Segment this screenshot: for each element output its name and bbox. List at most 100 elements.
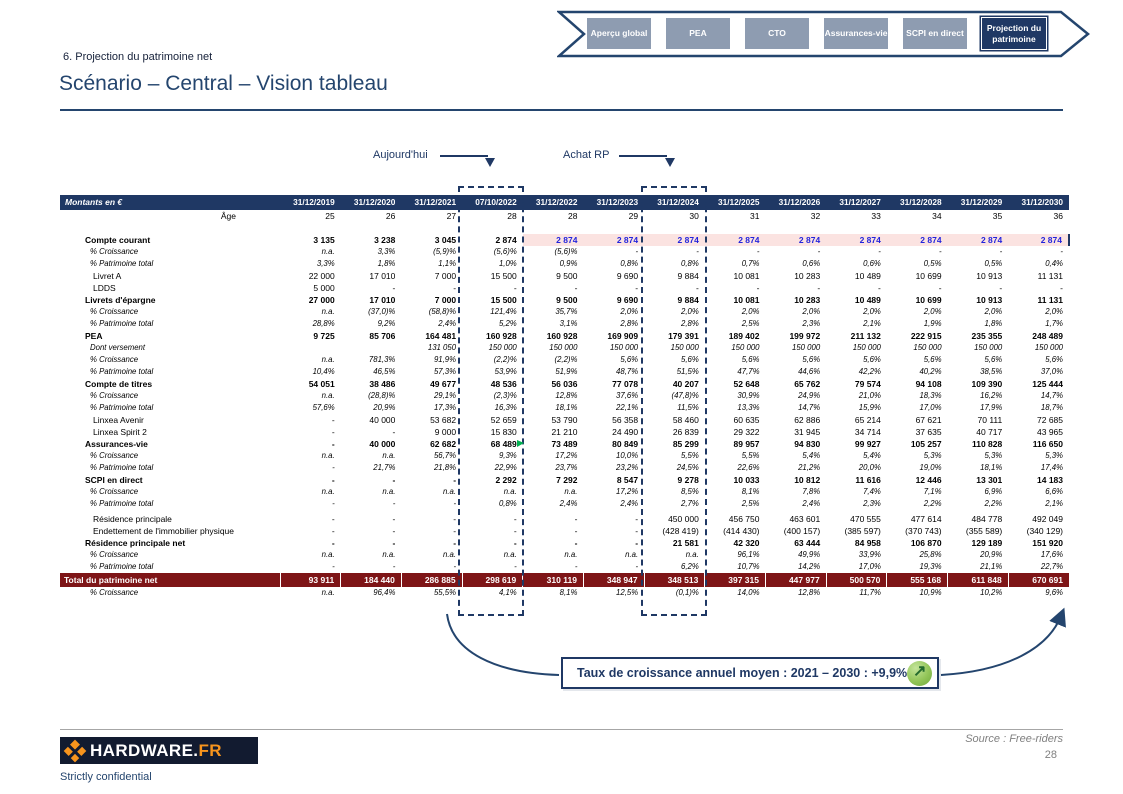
cell: 46,5% — [373, 367, 396, 376]
row-label: % Patrimoine total — [90, 367, 154, 376]
row-label: Livret A — [93, 271, 122, 281]
comment-marker-icon — [517, 440, 524, 447]
cell: 37,0% — [1040, 367, 1063, 376]
cell: 5,6% — [620, 355, 639, 364]
cell: (0,1)% — [675, 588, 699, 597]
cell: n.a. — [564, 550, 578, 559]
cell: 84 958 — [854, 538, 881, 548]
page-number: 28 — [1044, 749, 1057, 761]
cell: 9,3% — [498, 451, 517, 460]
cell: 53 790 — [551, 415, 578, 425]
cell: 2 874 — [947, 234, 1009, 246]
cell: 21,1% — [980, 562, 1003, 571]
cell: 29 322 — [733, 427, 760, 437]
cell: 21 581 — [672, 538, 699, 548]
tab-apercu-global[interactable]: Aperçu global — [587, 18, 651, 49]
cell: 17,3% — [433, 403, 457, 412]
cell: - — [574, 283, 578, 293]
cell: - — [331, 439, 335, 449]
cell: 348 513 — [643, 573, 705, 587]
table-row: % Patrimoine total 10,4% 46,5% 57,3% 53,9% 51… — [60, 366, 1069, 378]
cell: 48 536 — [490, 379, 517, 389]
cell: 2,0% — [984, 307, 1003, 316]
cell: 56,7% — [433, 451, 457, 460]
row-label: % Croissance — [90, 355, 139, 364]
cell: 18,1% — [980, 463, 1003, 472]
cell: 11 131 — [1037, 295, 1063, 305]
cell: 9,2% — [377, 319, 396, 328]
cell: 12,8% — [555, 391, 578, 400]
row-label: % Croissance — [90, 588, 139, 597]
cell: 5,6% — [1045, 355, 1063, 364]
tab-pea[interactable]: PEA — [666, 18, 730, 49]
cell: 298 619 — [461, 573, 523, 587]
cell: 2,4% — [438, 319, 457, 328]
cell: (47,8)% — [671, 391, 699, 400]
cell: 53,9% — [494, 367, 517, 376]
cell: 3 238 — [374, 235, 396, 245]
table-row: % Patrimoine total 28,8% 9,2% 2,4% 5,2% 3,1% 2… — [60, 318, 1069, 330]
cell: 2,0% — [863, 307, 881, 316]
cell: n.a. — [321, 355, 335, 364]
cell: 125 444 — [1032, 379, 1063, 389]
cell: 18,7% — [1040, 403, 1063, 412]
callout-achat-line — [619, 155, 667, 157]
cell: 286 885 — [400, 573, 463, 587]
tab-projection-du-patrimoine[interactable]: Projection du patrimoine — [982, 18, 1046, 49]
table-row: % Croissance n.a. 781,3% 91,9% (2,2)% (2,2)% 5… — [60, 354, 1069, 366]
tab-cto[interactable]: CTO — [745, 18, 809, 49]
table-row: Linxea Spirit 2 - - 9 000 15 830 21 210 24 490… — [60, 426, 1069, 438]
table-row: % Croissance n.a. n.a. 56,7% 9,3% 17,2% 10,0% 5… — [60, 450, 1069, 462]
table-row: Livrets d'épargne 27 000 17 010 7 000 15 500… — [60, 294, 1069, 306]
cell: 9 884 — [677, 271, 699, 281]
cell: 150 000 — [792, 343, 821, 352]
cell: 20,0% — [858, 463, 881, 472]
cell: - — [574, 526, 578, 536]
row-label: Assurances-vie — [85, 439, 148, 449]
cell: 18,1% — [555, 403, 578, 412]
cell: 15 830 — [490, 427, 517, 437]
cell: 40 717 — [976, 427, 1003, 437]
cell: - — [695, 283, 699, 293]
cell: 55,5% — [433, 588, 457, 597]
cell: 10 699 — [915, 295, 942, 305]
cell: - — [513, 538, 517, 548]
cell: - — [635, 562, 639, 571]
cell: 27 000 — [308, 295, 335, 305]
cell: 5,2% — [498, 319, 517, 328]
tab-assurances-vie[interactable]: Assurances-vie — [824, 18, 888, 49]
cell: (428 419) — [662, 526, 699, 536]
cell: 14,7% — [1040, 391, 1063, 400]
cell: 9 690 — [616, 271, 639, 281]
row-label: Résidence principale net — [85, 538, 186, 548]
cell: 164 481 — [425, 331, 457, 341]
cell: 23,2% — [616, 463, 639, 472]
cell: 447 977 — [765, 573, 827, 587]
callout-today-label: Aujourd'hui — [373, 149, 428, 161]
cell: 10 812 — [794, 475, 821, 485]
tab-scpi-en-direct[interactable]: SCPI en direct — [903, 18, 967, 49]
cell: - — [453, 526, 457, 536]
cell: - — [696, 247, 699, 256]
cell: 10 081 — [733, 295, 760, 305]
cell: 22 000 — [308, 271, 335, 281]
cell: n.a. — [685, 550, 699, 559]
cell: 13 301 — [976, 475, 1003, 485]
cell: - — [635, 538, 639, 548]
cell: 1,8% — [377, 259, 396, 268]
cell: 33,9% — [858, 550, 881, 559]
cell: 5,6% — [741, 355, 760, 364]
cell: - — [331, 526, 335, 536]
cell: 17,2% — [616, 487, 639, 496]
cell: 781,3% — [368, 355, 396, 364]
cell: 12,5% — [616, 588, 639, 597]
table-row: % Croissance n.a. n.a. n.a. n.a. n.a. 17,2% 8,5… — [60, 486, 1069, 498]
cell: 28,8% — [312, 319, 335, 328]
cell: 5 000 — [313, 283, 335, 293]
cell: (2,2)% — [554, 355, 578, 364]
cell: - — [331, 427, 335, 437]
cell: 1,1% — [438, 259, 457, 268]
cell: - — [817, 247, 821, 256]
cell: 5,6% — [923, 355, 942, 364]
cell: 5,5% — [741, 451, 760, 460]
